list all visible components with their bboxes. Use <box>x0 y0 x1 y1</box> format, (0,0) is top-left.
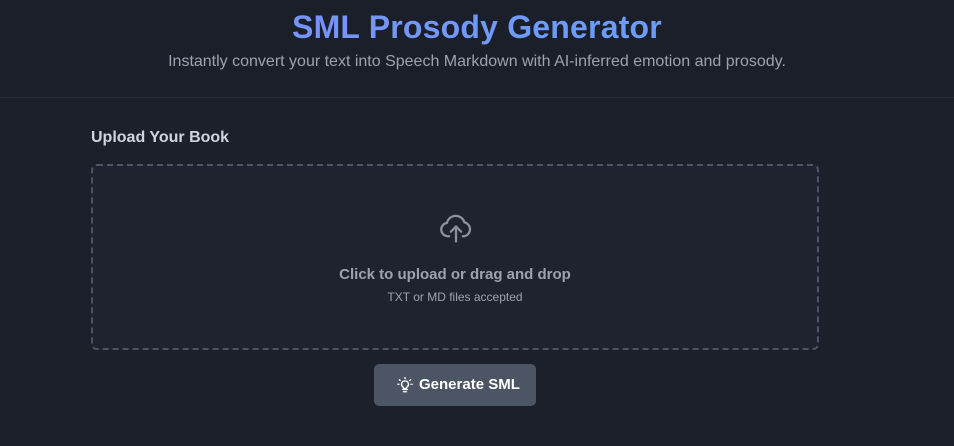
file-upload-dropzone[interactable]: Click to upload or drag and drop TXT or … <box>91 164 819 350</box>
generate-sml-button[interactable]: Generate SML <box>374 364 536 406</box>
generate-sml-label: Generate SML <box>419 376 520 393</box>
upload-cloud-icon <box>440 214 472 243</box>
upload-section-label: Upload Your Book <box>91 129 230 146</box>
dropzone-secondary-text: TXT or MD files accepted <box>387 290 523 304</box>
dropzone-primary-text: Click to upload or drag and drop <box>339 266 571 283</box>
main-content: Upload Your Book Click to upload or drag… <box>0 98 954 446</box>
page-subtitle: Instantly convert your text into Speech … <box>168 53 786 70</box>
lightbulb-icon <box>397 376 413 393</box>
page-title: SML Prosody Generator <box>0 8 954 46</box>
page-header: SML Prosody Generator Instantly convert … <box>0 0 954 98</box>
